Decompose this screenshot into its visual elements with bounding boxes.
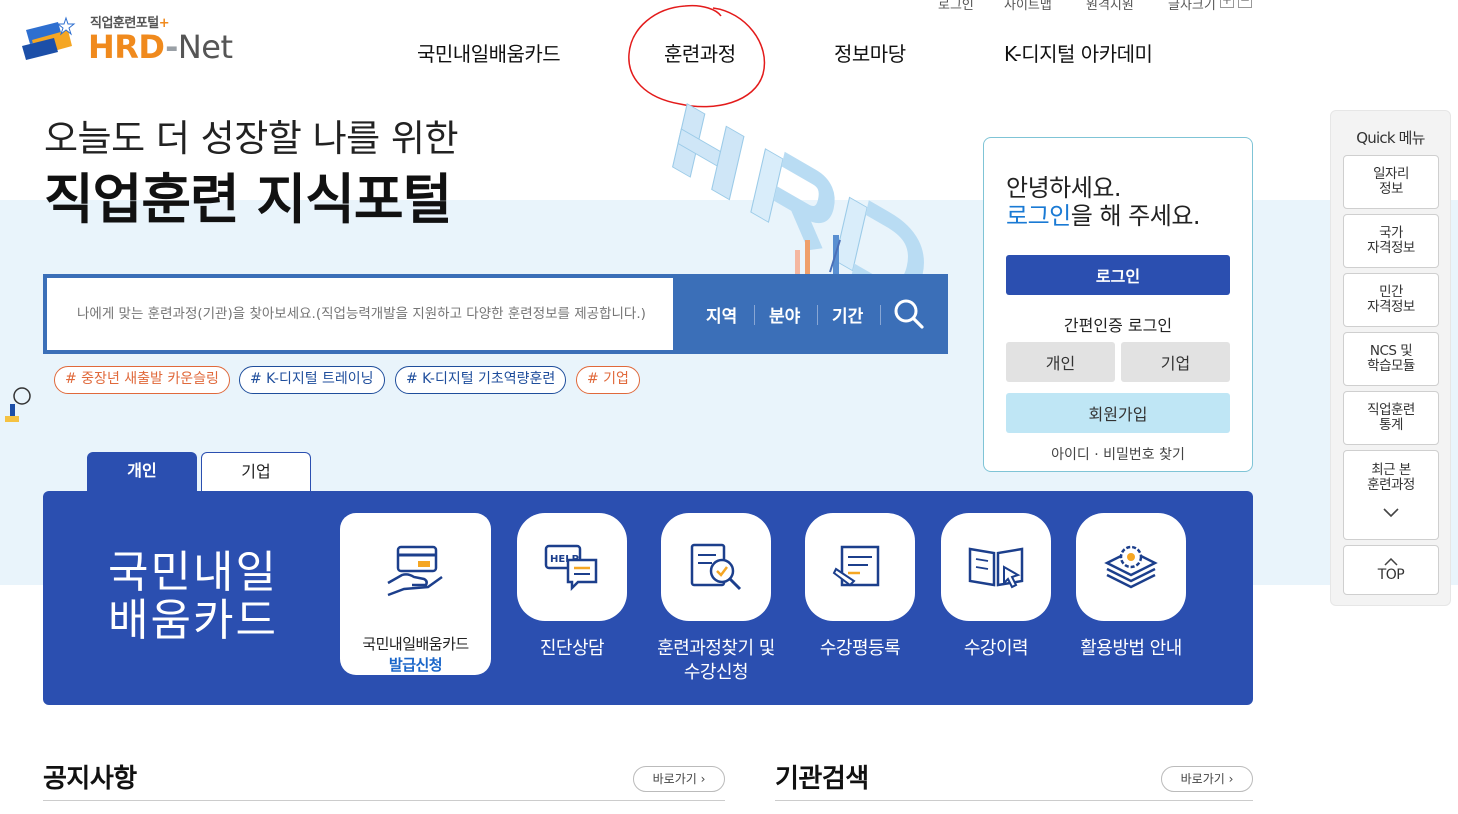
search-bar: 지역 분야 기간 — [43, 274, 948, 354]
easy-auth-label: 간편인증 로그인 — [1063, 316, 1173, 335]
login-prompt: 로그인을 해 주세요. — [1006, 202, 1201, 230]
card-issue-label-2: 발급신청 — [388, 656, 443, 674]
institution-goto-button[interactable]: 바로가기 › — [1161, 766, 1253, 792]
card-section-title: 국민내일 배움카드 — [108, 547, 278, 646]
hero-line-1: 오늘도 더 성장할 나를 위한 — [44, 117, 458, 160]
diagnosis-counsel-button[interactable]: HELP — [517, 513, 627, 621]
hrd-3d-illustration — [672, 103, 924, 275]
tab-personal[interactable]: 개인 — [87, 452, 197, 492]
top-button[interactable]: TOP — [1343, 545, 1439, 595]
hrd-net-logo[interactable]: 직업훈련포털+ HRD-Net — [18, 12, 238, 72]
quick-jobs-button[interactable]: 일자리 정보 — [1343, 155, 1439, 209]
hashtag-middle-age-counseling[interactable]: # 중장년 새출발 카운슬링 — [54, 366, 230, 394]
card-issue-request-button[interactable]: 국민내일배움카드 발급신청 — [340, 513, 491, 675]
font-decrease-button[interactable]: − — [1237, 0, 1252, 8]
filter-region[interactable]: 지역 — [706, 302, 737, 327]
quick-menu-title: Quick 메뉴 — [1356, 129, 1425, 147]
gnb-item-k-digital[interactable]: K-디지털 아카데미 — [1004, 38, 1153, 67]
filter-divider — [817, 305, 818, 325]
utility-login-link[interactable]: 로그인 — [938, 0, 1004, 13]
usage-guide-button[interactable] — [1076, 513, 1186, 621]
course-search-apply-button[interactable] — [661, 513, 771, 621]
quick-private-cert-button[interactable]: 민간 자격정보 — [1343, 273, 1439, 327]
institution-search-title: 기관검색 — [775, 764, 869, 794]
gear-layers-icon — [1104, 545, 1158, 589]
login-prompt-link[interactable]: 로그인 — [1006, 202, 1071, 230]
course-history-button[interactable] — [941, 513, 1051, 621]
gnb-item-card[interactable]: 국민내일배움카드 — [417, 38, 561, 67]
gnb-item-info[interactable]: 정보마당 — [834, 38, 906, 67]
quick-recent-courses-button[interactable]: 최근 본 훈련과정 — [1343, 450, 1439, 540]
card-issue-label-1: 국민내일배움카드 — [362, 635, 469, 653]
quick-menu: Quick 메뉴 일자리 정보 국가 자격정보 민간 자격정보 NCS 및 학습모듈 직… — [1330, 110, 1451, 606]
font-increase-button[interactable]: + — [1219, 0, 1234, 8]
diagnosis-counsel-label: 진단상담 — [539, 638, 605, 659]
notice-goto-button[interactable]: 바로가기 › — [633, 766, 725, 792]
quick-ncs-button[interactable]: NCS 및 학습모듈 — [1343, 332, 1439, 386]
course-search-apply-label: 훈련과정찾기 및 수강신청 — [657, 638, 775, 683]
utility-bar: 로그인 사이트맵 원격지원 글자크기 + − — [938, 0, 1252, 13]
review-register-button[interactable] — [805, 513, 915, 621]
learning-card-section: 국민내일 배움카드 국민내일배움카드 발급신청 HELP 진단상담 훈련과정찾기… — [43, 491, 1253, 705]
hashtag-k-digital-training[interactable]: # K-디지털 트레이닝 — [239, 366, 385, 394]
quick-national-cert-button[interactable]: 국가 자격정보 — [1343, 214, 1439, 268]
course-history-label: 수강이력 — [963, 638, 1029, 659]
card-hand-icon — [387, 545, 443, 597]
usage-guide-label: 활용방법 안내 — [1080, 638, 1182, 659]
decorative-figure — [4, 387, 40, 428]
hashtag-k-digital-basic[interactable]: # K-디지털 기초역량훈련 — [395, 366, 567, 394]
hashtag-company[interactable]: # 기업 — [576, 366, 640, 394]
quick-stats-button[interactable]: 직업훈련 통계 — [1343, 391, 1439, 445]
logo-mark-icon — [22, 16, 76, 60]
search-icon[interactable] — [893, 298, 925, 330]
filter-field[interactable]: 분야 — [769, 302, 800, 327]
search-input-wrapper — [47, 278, 673, 350]
utility-remote-support-link[interactable]: 원격지원 — [1086, 0, 1168, 13]
hero-title: 직업훈련 지식포털 — [44, 168, 452, 231]
review-register-label: 수강평등록 — [819, 638, 901, 659]
find-id-password-link[interactable]: 아이디 · 비밀번호 찾기 — [984, 444, 1252, 464]
join-button[interactable]: 회원가입 — [1006, 393, 1230, 433]
chevron-down-icon — [1383, 508, 1399, 518]
filter-divider — [880, 305, 881, 325]
notice-section-title: 공지사항 — [43, 764, 137, 794]
login-panel: 안녕하세요. 로그인을 해 주세요. 로그인 간편인증 로그인 개인 기업 회원… — [983, 137, 1253, 472]
filter-divider — [754, 305, 755, 325]
institution-divider — [775, 800, 1253, 801]
chevron-up-icon — [1384, 557, 1398, 566]
tab-company[interactable]: 기업 — [201, 452, 311, 492]
red-annotation-circle — [628, 4, 766, 108]
login-button[interactable]: 로그인 — [1006, 255, 1230, 295]
filter-period[interactable]: 기간 — [832, 302, 863, 327]
open-book-icon — [968, 547, 1024, 589]
notice-divider — [43, 800, 725, 801]
help-chat-icon: HELP — [544, 544, 598, 592]
utility-sitemap-link[interactable]: 사이트맵 — [1004, 0, 1086, 13]
search-input[interactable] — [47, 278, 673, 350]
easy-login-personal-button[interactable]: 개인 — [1006, 342, 1115, 382]
scroll-write-icon — [832, 545, 880, 587]
document-search-icon — [690, 543, 742, 591]
easy-login-company-button[interactable]: 기업 — [1121, 342, 1230, 382]
utility-font-size-label: 글자크기 — [1168, 0, 1216, 13]
logo-wordmark: HRD-Net — [88, 28, 233, 66]
